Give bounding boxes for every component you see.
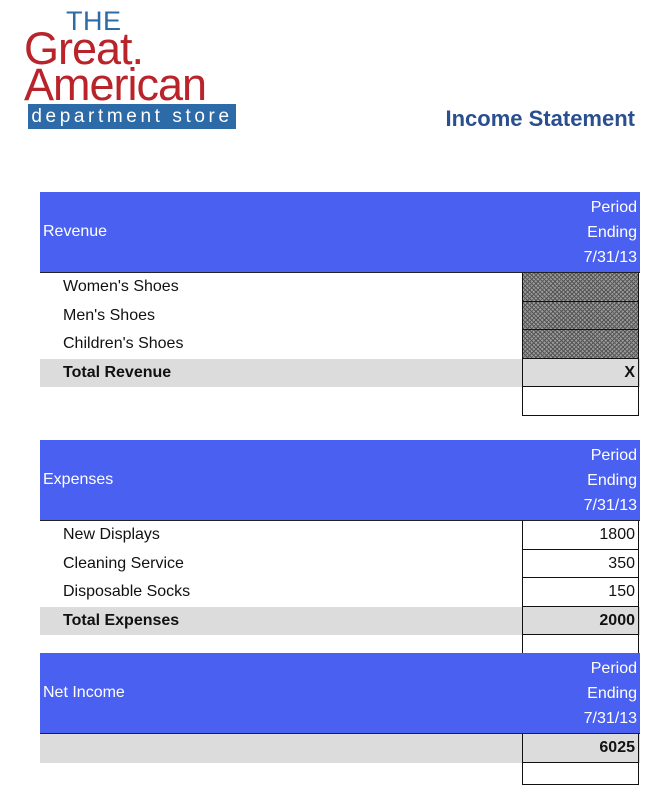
revenue-item-label: Women's Shoes — [63, 278, 179, 295]
period-date: 7/31/13 — [583, 497, 637, 514]
expense-item-label: Disposable Socks — [63, 583, 191, 600]
table-row: New Displays 1800 — [40, 521, 640, 550]
expense-item-label: New Displays — [63, 526, 160, 543]
blank-cell[interactable] — [522, 387, 639, 416]
logo-department-store-band: department store — [28, 104, 236, 129]
total-expenses-value[interactable]: 2000 — [522, 606, 639, 635]
net-income-section: Net Income Period Ending 7/31/13 6025 — [40, 653, 640, 785]
total-expenses-label: Total Expenses — [63, 611, 180, 629]
total-revenue-value[interactable]: X — [522, 358, 639, 387]
revenue-item-value-cell[interactable] — [522, 273, 639, 302]
expenses-title: Expenses — [43, 471, 114, 488]
ending-label: Ending — [587, 472, 637, 489]
ending-label: Ending — [587, 685, 637, 702]
document-title: Income Statement — [445, 106, 636, 131]
blank-row — [40, 387, 640, 416]
period-ending-header: Period Ending 7/31/13 — [517, 195, 637, 270]
expense-item-value[interactable]: 1800 — [522, 521, 639, 550]
table-row: Disposable Socks 150 — [40, 578, 640, 607]
store-logo: THE Great. American department store — [0, 0, 250, 140]
period-date: 7/31/13 — [583, 710, 637, 727]
logo-american-text: American — [24, 59, 207, 110]
net-income-value[interactable]: 6025 — [522, 734, 639, 763]
total-row: Total Revenue X — [40, 358, 640, 387]
net-income-title: Net Income — [43, 684, 125, 701]
period-ending-header: Period Ending 7/31/13 — [517, 656, 637, 731]
period-label: Period — [590, 199, 637, 216]
expense-item-value[interactable]: 150 — [522, 578, 639, 607]
revenue-header: Revenue Period Ending 7/31/13 — [40, 192, 640, 273]
revenue-item-value-cell[interactable] — [522, 301, 639, 330]
table-row: Women's Shoes — [40, 273, 640, 302]
period-ending-header: Period Ending 7/31/13 — [517, 443, 637, 518]
table-row: Children's Shoes — [40, 330, 640, 359]
revenue-title: Revenue — [43, 223, 108, 240]
blank-row — [40, 762, 640, 785]
expense-item-value[interactable]: 350 — [522, 549, 639, 578]
revenue-section: Revenue Period Ending 7/31/13 Women's Sh… — [40, 192, 640, 416]
revenue-item-label: Men's Shoes — [63, 306, 155, 324]
net-income-header: Net Income Period Ending 7/31/13 — [40, 653, 640, 734]
table-row: Cleaning Service 350 — [40, 549, 640, 578]
revenue-item-value-cell[interactable] — [522, 330, 639, 359]
expense-item-label: Cleaning Service — [63, 554, 184, 572]
period-date: 7/31/13 — [583, 249, 637, 266]
revenue-item-label: Children's Shoes — [63, 335, 184, 352]
table-row: Men's Shoes — [40, 301, 640, 330]
total-row: 6025 — [40, 734, 640, 763]
total-revenue-label: Total Revenue — [63, 363, 172, 381]
total-row: Total Expenses 2000 — [40, 606, 640, 635]
ending-label: Ending — [587, 224, 637, 241]
blank-cell[interactable] — [522, 762, 639, 785]
expenses-header: Expenses Period Ending 7/31/13 — [40, 440, 640, 521]
expenses-section: Expenses Period Ending 7/31/13 New Displ… — [40, 440, 640, 657]
period-label: Period — [590, 660, 637, 677]
period-label: Period — [590, 447, 637, 464]
